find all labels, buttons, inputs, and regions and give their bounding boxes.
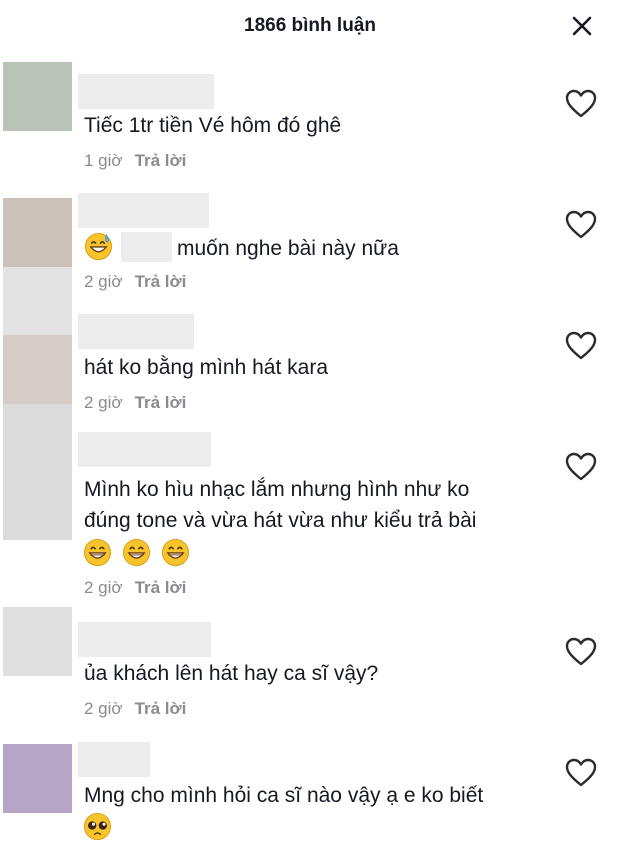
avatar[interactable] xyxy=(3,198,72,267)
username-redacted[interactable] xyxy=(78,432,211,467)
avatar[interactable] xyxy=(3,607,72,676)
heart-icon[interactable] xyxy=(565,758,597,788)
comment-text: hát ko bằng mình hát kara xyxy=(84,356,328,379)
emoji-row xyxy=(83,538,190,571)
comment-time: 2 giờ xyxy=(84,272,123,291)
comment-text-line: Mình ko hìu nhạc lắm nhưng hình như ko xyxy=(84,478,470,501)
avatar[interactable] xyxy=(3,62,72,131)
avatar[interactable] xyxy=(3,335,72,404)
reply-button[interactable]: Trả lời xyxy=(135,699,187,718)
comment-meta: 1 giờ Trả lời xyxy=(84,151,186,171)
heart-icon[interactable] xyxy=(565,89,597,119)
heart-icon[interactable] xyxy=(565,637,597,667)
comment-text: Mng cho mình hỏi ca sĩ nào vậy ạ e ko bi… xyxy=(84,784,484,807)
comment-text: Tiếc 1tr tiền Vé hôm đó ghê xyxy=(84,114,342,137)
avatar-placeholder xyxy=(3,267,72,336)
reply-button[interactable]: Trả lời xyxy=(135,393,187,412)
username-redacted[interactable] xyxy=(78,622,211,657)
comment-meta: 2 giờ Trả lời xyxy=(84,393,186,413)
heart-icon[interactable] xyxy=(565,331,597,361)
comment-text: muốn nghe bài này nữa xyxy=(177,237,399,260)
comment-count-title: 1866 bình luận xyxy=(244,15,376,36)
comment-text-row: muốn nghe bài này nữa xyxy=(84,232,399,265)
username-redacted[interactable] xyxy=(78,193,209,228)
close-icon[interactable] xyxy=(570,14,594,38)
comment-meta: 2 giờ Trả lời xyxy=(84,578,186,598)
mention-redacted[interactable] xyxy=(121,232,172,262)
comment-meta: 2 giờ Trả lời xyxy=(84,272,186,292)
username-redacted[interactable] xyxy=(78,314,194,349)
comment-time: 2 giờ xyxy=(84,393,123,412)
comment-text: ủa khách lên hát hay ca sĩ vậy? xyxy=(84,662,379,685)
comment-meta: 2 giờ Trả lời xyxy=(84,699,186,719)
sweat-smile-icon xyxy=(84,232,113,261)
avatar[interactable] xyxy=(3,404,72,540)
reply-button[interactable]: Trả lời xyxy=(135,578,187,597)
avatar[interactable] xyxy=(3,744,72,813)
grinning-face-icon xyxy=(122,538,151,567)
comment-time: 1 giờ xyxy=(84,151,123,170)
username-redacted[interactable] xyxy=(78,74,214,109)
heart-icon[interactable] xyxy=(565,210,597,240)
comment-text-line: đúng tone và vừa hát vừa như kiểu trả bà… xyxy=(84,509,477,532)
username-redacted[interactable] xyxy=(78,742,150,777)
heart-icon[interactable] xyxy=(565,452,597,482)
comment-time: 2 giờ xyxy=(84,699,123,718)
comments-header: 1866 bình luận xyxy=(0,0,620,54)
emoji-row xyxy=(83,812,112,845)
reply-button[interactable]: Trả lời xyxy=(135,272,187,291)
comment-time: 2 giờ xyxy=(84,578,123,597)
pleading-face-icon xyxy=(83,812,112,841)
grinning-face-icon xyxy=(83,538,112,567)
grinning-face-icon xyxy=(161,538,190,567)
reply-button[interactable]: Trả lời xyxy=(135,151,187,170)
